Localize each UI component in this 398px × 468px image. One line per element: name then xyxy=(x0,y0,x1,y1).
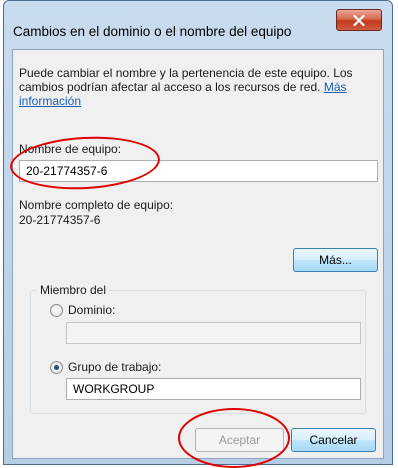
member-of-title: Miembro del xyxy=(37,283,110,297)
dialog-title: Cambios en el dominio o el nombre del eq… xyxy=(13,24,292,39)
computer-name-label: Nombre de equipo: xyxy=(19,142,122,156)
close-button[interactable] xyxy=(336,9,382,31)
title-bar[interactable]: Cambios en el dominio o el nombre del eq… xyxy=(4,1,392,49)
domain-label: Dominio: xyxy=(68,303,116,317)
intro-text: Puede cambiar el nombre y la pertenencia… xyxy=(19,66,369,108)
more-button[interactable]: Más... xyxy=(293,248,378,272)
domain-input[interactable] xyxy=(66,322,361,344)
workgroup-input[interactable] xyxy=(66,378,361,400)
intro-description: Puede cambiar el nombre y la pertenencia… xyxy=(19,66,353,94)
full-name-value: 20-21774357-6 xyxy=(19,213,101,227)
domain-radio[interactable] xyxy=(50,304,63,317)
full-name-label: Nombre completo de equipo: xyxy=(19,198,174,212)
ok-button[interactable]: Aceptar xyxy=(195,428,284,452)
workgroup-label: Grupo de trabajo: xyxy=(68,360,162,374)
cancel-button[interactable]: Cancelar xyxy=(291,428,376,452)
workgroup-radio[interactable] xyxy=(50,361,63,374)
computer-name-input[interactable] xyxy=(19,160,378,182)
close-icon xyxy=(353,14,365,26)
